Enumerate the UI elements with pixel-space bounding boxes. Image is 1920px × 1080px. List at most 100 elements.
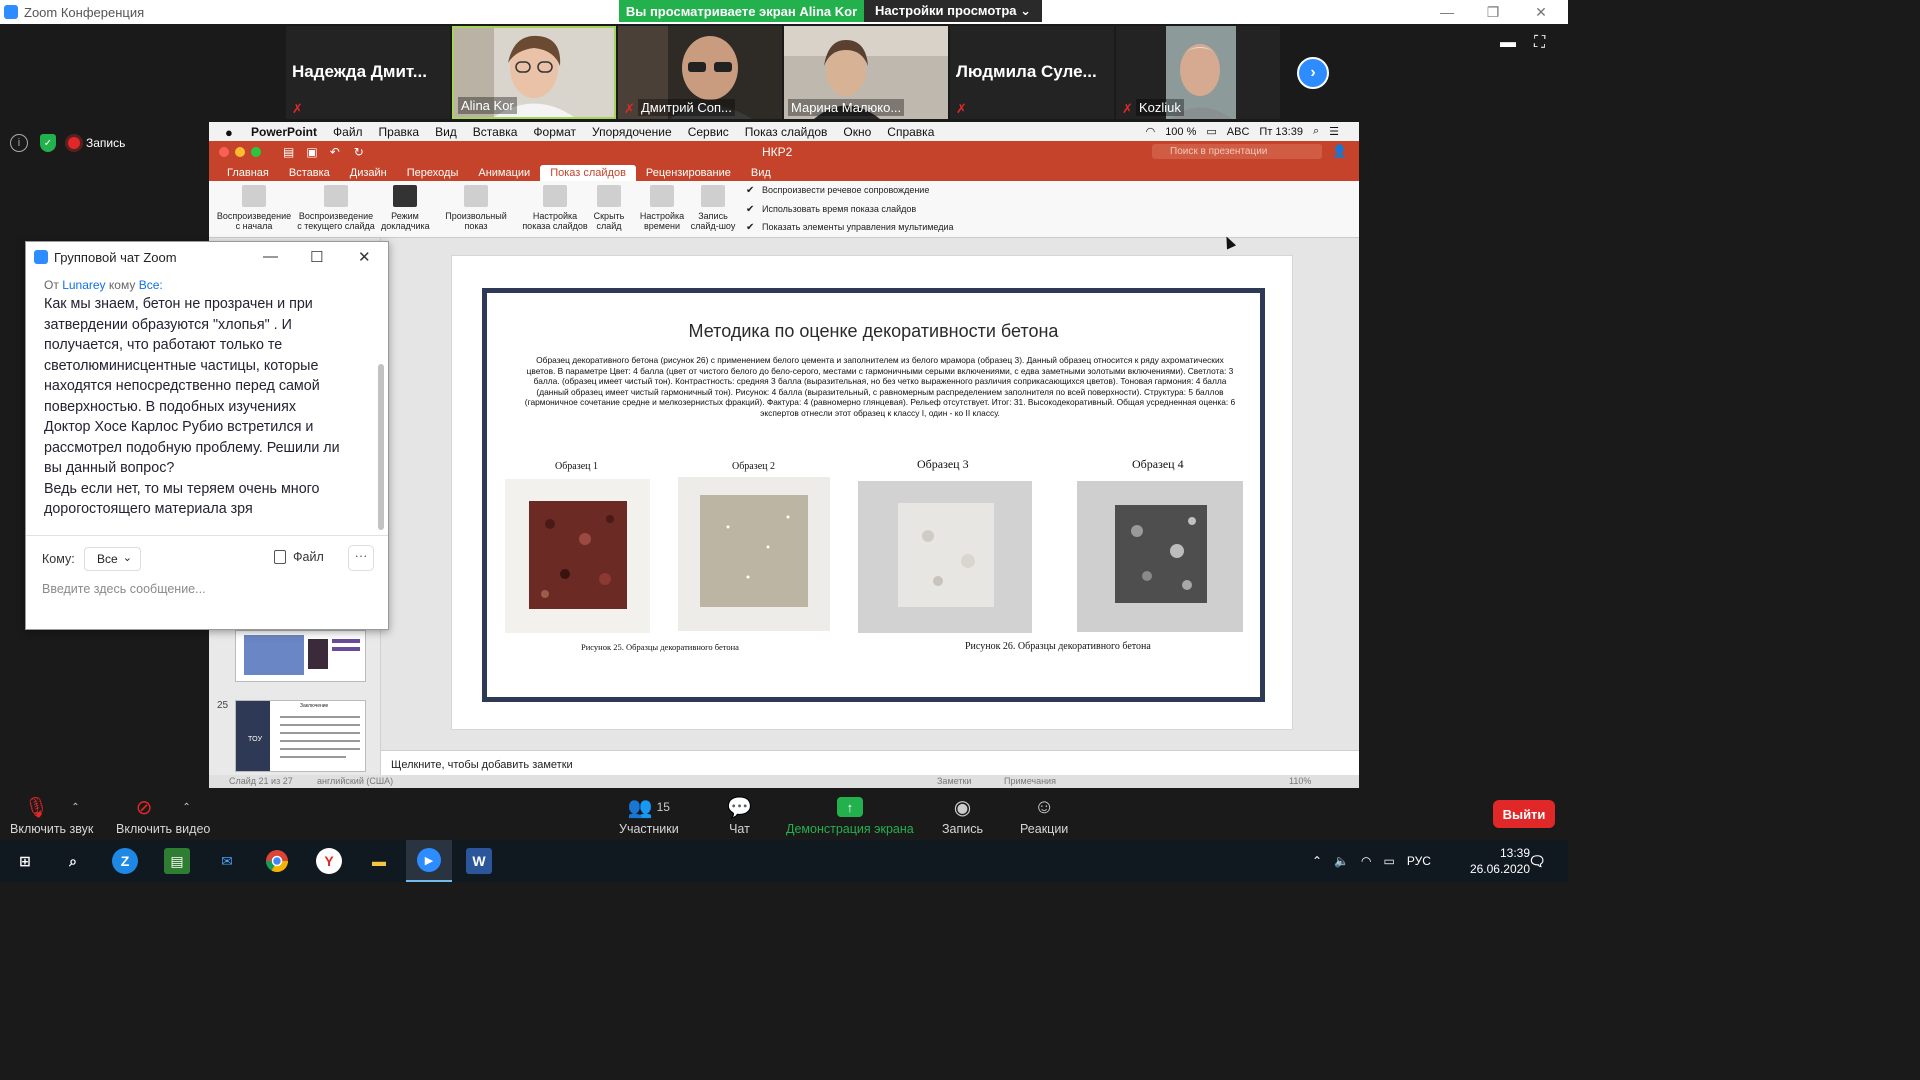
- gallery-view-icon[interactable]: ▬: [1500, 34, 1516, 52]
- tab-home[interactable]: Главная: [217, 165, 279, 181]
- zoom-dot-icon[interactable]: [251, 147, 261, 157]
- tab-review[interactable]: Рецензирование: [636, 165, 741, 181]
- chat-button[interactable]: 💬 Чат: [727, 792, 752, 837]
- unmute-button[interactable]: 🎙 ⌃ Включить звук: [10, 792, 93, 837]
- comments-toggle[interactable]: Примечания: [1004, 776, 1056, 786]
- menu-help[interactable]: Справка: [887, 125, 934, 139]
- tab-slideshow[interactable]: Показ слайдов: [540, 165, 636, 181]
- checkbox-play-narrations[interactable]: ✔ Воспроизвести речевое сопровождение: [746, 185, 929, 195]
- save-icon[interactable]: ▣: [306, 145, 317, 159]
- next-page-button[interactable]: ›: [1297, 57, 1329, 89]
- presentation-search[interactable]: Поиск в презентации: [1152, 144, 1322, 159]
- presenter-view-button[interactable]: Режим докладчика: [381, 185, 430, 231]
- notes-pane[interactable]: Щелкните, чтобы добавить заметки: [381, 750, 1359, 775]
- checkbox-use-timings[interactable]: ✔ Использовать время показа слайдов: [746, 204, 916, 214]
- checkbox-media-controls[interactable]: ✔ Показать элементы управления мультимеди…: [746, 222, 954, 232]
- encryption-shield-icon[interactable]: ✓: [40, 134, 56, 152]
- participant-tile-active-speaker[interactable]: Alina Kor: [452, 26, 616, 119]
- participant-tile[interactable]: Надежда Дмит... ✗: [286, 26, 450, 119]
- windows-start-icon[interactable]: ⊞: [12, 848, 38, 874]
- fullscreen-icon[interactable]: ⛶: [1534, 34, 1545, 52]
- redo-icon[interactable]: ↻: [354, 145, 364, 159]
- maximize-icon[interactable]: ☐: [310, 248, 323, 266]
- app-notes-icon[interactable]: ▤: [164, 848, 190, 874]
- menu-format[interactable]: Формат: [533, 125, 576, 139]
- menu-window[interactable]: Окно: [843, 125, 871, 139]
- presenter-view-icon: [393, 185, 417, 207]
- file-explorer-icon[interactable]: ▬: [366, 848, 392, 874]
- recipient-name[interactable]: Все:: [139, 278, 163, 292]
- app-z-icon[interactable]: Z: [112, 848, 138, 874]
- menu-arrange[interactable]: Упорядочение: [592, 125, 672, 139]
- participant-tile[interactable]: Людмила Суле... ✗: [950, 26, 1114, 119]
- menu-slideshow[interactable]: Показ слайдов: [745, 125, 828, 139]
- system-clock[interactable]: 13:39 26.06.2020: [1440, 845, 1530, 877]
- minimize-dot-icon[interactable]: [235, 147, 245, 157]
- menu-insert[interactable]: Вставка: [473, 125, 518, 139]
- play-from-current-button[interactable]: Воспроизведение с текущего слайда: [295, 185, 377, 231]
- input-language[interactable]: РУС: [1407, 854, 1431, 868]
- restore-icon[interactable]: ❐: [1470, 0, 1516, 24]
- more-options-button[interactable]: ···: [348, 545, 374, 571]
- info-icon[interactable]: i: [10, 134, 28, 152]
- word-icon[interactable]: W: [466, 848, 492, 874]
- minimize-icon[interactable]: —: [1424, 0, 1470, 24]
- chat-message-input[interactable]: [42, 579, 362, 599]
- ribbon-tabs: Главная Вставка Дизайн Переходы Анимации…: [209, 163, 1359, 181]
- recipient-select[interactable]: Все ⌄: [84, 547, 141, 571]
- tab-insert[interactable]: Вставка: [279, 165, 340, 181]
- menu-view[interactable]: Вид: [435, 125, 457, 139]
- chrome-icon[interactable]: [264, 848, 290, 874]
- menu-tools[interactable]: Сервис: [688, 125, 729, 139]
- start-video-button[interactable]: ⊘ ⌃ Включить видео: [116, 792, 210, 837]
- record-button[interactable]: ◉ Запись: [942, 792, 983, 837]
- zoom-level: 110%: [1289, 776, 1312, 786]
- participant-tile[interactable]: ✗ Kozliuk: [1116, 26, 1280, 119]
- share-user-icon[interactable]: 👤: [1332, 144, 1347, 158]
- menu-edit[interactable]: Правка: [379, 125, 420, 139]
- yandex-browser-icon[interactable]: Y: [316, 848, 342, 874]
- close-dot-icon[interactable]: [219, 147, 229, 157]
- slide-thumbnail-active[interactable]: TOУ Заключение: [235, 700, 366, 772]
- hide-slide-button[interactable]: Скрыть слайд: [591, 185, 627, 231]
- tab-design[interactable]: Дизайн: [340, 165, 397, 181]
- participant-tile[interactable]: Марина Малюко...: [784, 26, 948, 119]
- menu-file[interactable]: Файл: [333, 125, 363, 139]
- search-icon[interactable]: ⌕: [60, 848, 86, 874]
- menu-powerpoint[interactable]: PowerPoint: [251, 125, 317, 139]
- chat-scrollbar[interactable]: [378, 364, 384, 530]
- leave-button[interactable]: Выйти: [1493, 800, 1555, 828]
- network-icon[interactable]: ◠: [1361, 854, 1371, 868]
- reactions-button[interactable]: ☺ Реакции: [1020, 792, 1068, 837]
- close-icon[interactable]: ✕: [358, 248, 371, 266]
- slide-canvas[interactable]: Методика по оценке декоративности бетона…: [451, 255, 1293, 730]
- share-screen-button[interactable]: ↑ Демонстрация экрана: [786, 792, 914, 836]
- tab-view[interactable]: Вид: [741, 165, 781, 181]
- tab-transitions[interactable]: Переходы: [397, 165, 469, 181]
- slide-thumbnail[interactable]: [235, 630, 366, 682]
- participant-name: Дмитрий Соп...: [638, 99, 735, 116]
- tab-animations[interactable]: Анимации: [468, 165, 540, 181]
- sidebar-toggle-icon[interactable]: ▤: [283, 145, 294, 159]
- record-slideshow-button[interactable]: Запись слайд-шоу: [689, 185, 737, 231]
- slideshow-setup-button[interactable]: Настройка показа слайдов: [521, 185, 589, 231]
- notes-toggle[interactable]: Заметки: [937, 776, 971, 786]
- zoom-taskbar-icon[interactable]: ▶: [406, 840, 452, 882]
- clock-date: 26.06.2020: [1469, 862, 1530, 876]
- battery-icon[interactable]: ▭: [1384, 854, 1395, 868]
- view-settings-button[interactable]: Настройки просмотра ⌄: [864, 0, 1042, 22]
- rehearse-timings-button[interactable]: Настройка времени: [637, 185, 687, 231]
- minimize-icon[interactable]: —: [263, 248, 278, 265]
- participants-button[interactable]: 👥 15 Участники: [619, 792, 679, 837]
- custom-show-button[interactable]: Произвольный показ: [441, 185, 511, 231]
- volume-icon[interactable]: 🔈: [1334, 854, 1349, 868]
- chevron-up-icon[interactable]: ⌃: [1312, 854, 1322, 868]
- notifications-icon[interactable]: 🗨: [1524, 848, 1550, 874]
- mail-icon[interactable]: ✉: [214, 848, 240, 874]
- undo-icon[interactable]: ↶: [330, 145, 340, 159]
- file-button[interactable]: Файл: [274, 550, 324, 564]
- sender-name[interactable]: Lunarey: [62, 278, 105, 292]
- play-from-start-button[interactable]: Воспроизведение с начала: [215, 185, 293, 231]
- close-icon[interactable]: ✕: [1518, 0, 1564, 24]
- participant-tile[interactable]: ✗ Дмитрий Соп...: [618, 26, 782, 119]
